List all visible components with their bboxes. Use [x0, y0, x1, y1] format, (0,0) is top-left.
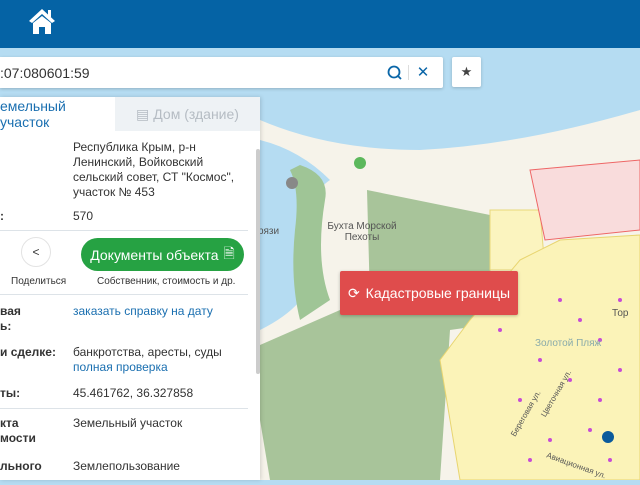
header [0, 0, 640, 48]
scrollbar[interactable] [256, 149, 260, 374]
search-input[interactable] [0, 64, 370, 81]
coordinates-label: ты: [0, 386, 21, 400]
land-use-value: Землепользование [73, 459, 180, 473]
tab-house[interactable]: ▤ Дом (здание) [115, 97, 260, 131]
favorite-button[interactable]: ★ [452, 57, 481, 87]
documents-label: Документы объекта [90, 246, 219, 263]
close-icon[interactable]: ✕ [414, 63, 432, 81]
area-label: : [0, 209, 4, 223]
document-icon: 🗎 [223, 244, 235, 261]
cadastral-value-label-2: ь: [0, 319, 12, 333]
refresh-icon: ⟳ [347, 284, 360, 301]
divider [0, 230, 248, 231]
land-use-label: льного [0, 459, 42, 473]
tab-land-plot[interactable]: емельный участок [0, 97, 115, 131]
full-check-link[interactable]: полная проверка [73, 360, 168, 374]
cadastral-value-label: вая [0, 304, 21, 318]
map-label-right: Тор [612, 308, 629, 319]
object-type-value: Земельный участок [73, 416, 183, 430]
cadastral-boundaries-label: Кадастровые границы [365, 285, 511, 301]
divider [408, 65, 409, 80]
star-icon: ★ [460, 64, 473, 79]
area-value: 570 [73, 209, 94, 223]
map-label-left: рязи [258, 226, 280, 237]
cadastral-boundaries-button[interactable]: ⟳ Кадастровые границы [340, 271, 518, 315]
address-value: Республика Крым, р-н Ленинский, Войковск… [73, 140, 235, 199]
search-bar: ✕ [0, 57, 443, 88]
risks-label: и сделке: [0, 345, 56, 359]
map-label-bay: Бухта Морской Пехоты [327, 221, 397, 243]
search-icon[interactable] [385, 63, 403, 81]
coordinates-value: 45.461762, 36.327858 [73, 386, 194, 400]
map-label-golden: Золотой Пляж [535, 338, 602, 349]
documents-subtitle: Собственник, стоимость и др. [97, 276, 236, 287]
order-certificate-link[interactable]: заказать справку на дату [73, 304, 243, 319]
share-icon: < [32, 245, 40, 259]
tab-house-label: Дом (здание) [153, 106, 239, 122]
documents-button[interactable]: Документы объекта 🗎 [81, 238, 244, 271]
object-type-label: кта [0, 416, 19, 430]
divider [0, 408, 248, 409]
building-icon: ▤ [136, 105, 150, 122]
share-label: Поделиться [11, 276, 67, 287]
share-button[interactable]: < [21, 237, 51, 267]
divider [0, 294, 248, 295]
risks-value: банкротства, аресты, суды [73, 345, 222, 359]
home-icon[interactable] [27, 7, 57, 35]
info-panel: емельный участок ▤ Дом (здание) Республик… [0, 97, 260, 480]
object-type-label-2: мости [0, 431, 36, 445]
